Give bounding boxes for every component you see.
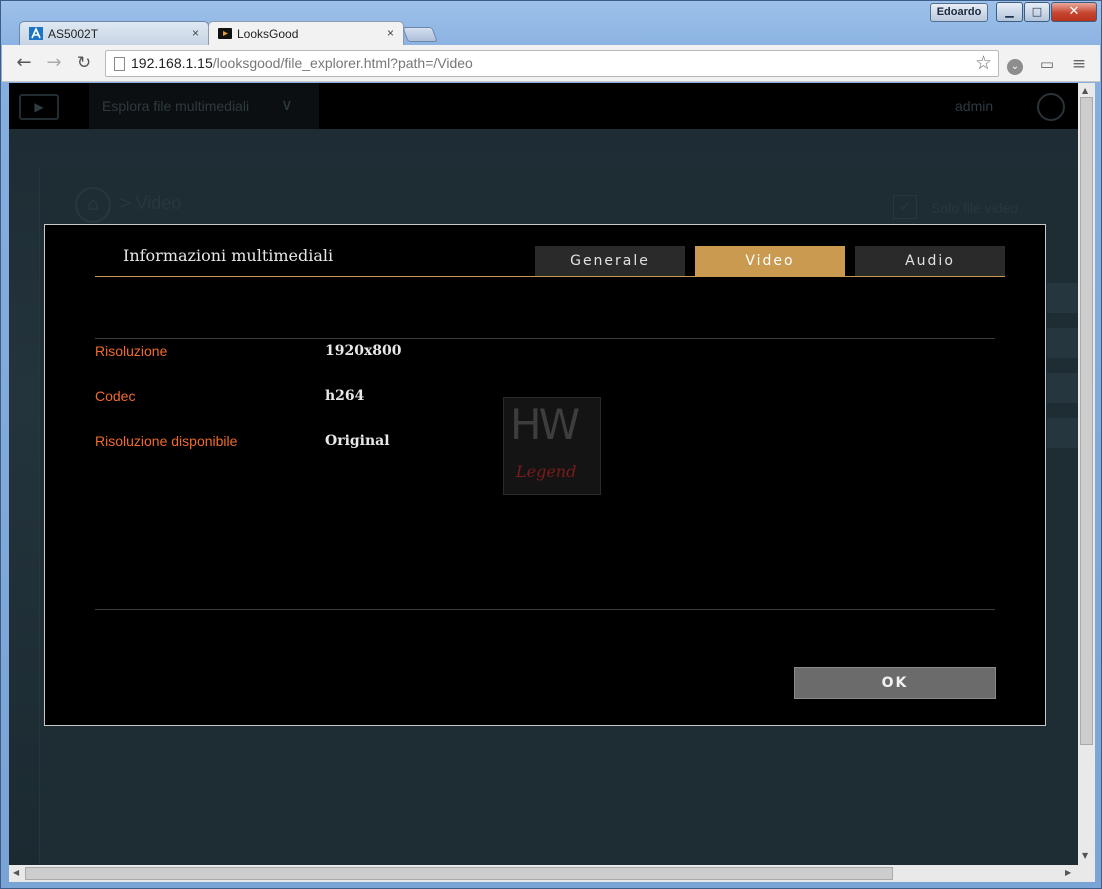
browser-toolbar: ← → ↻ 192.168.1.15/looksgood/file_explor…	[2, 45, 1100, 82]
tab-as5002t[interactable]: AS5002T ×	[19, 21, 209, 45]
list-item[interactable]	[1047, 283, 1078, 313]
back-icon[interactable]: ←	[12, 51, 36, 75]
vertical-scroll-thumb[interactable]	[1080, 97, 1093, 745]
reload-icon[interactable]: ↻	[72, 51, 96, 75]
asustor-icon	[29, 27, 43, 40]
new-tab-button[interactable]	[402, 27, 438, 42]
url-path: /looksgood/file_explorer.html?path=/Vide…	[212, 55, 473, 71]
tab-close-icon[interactable]: ×	[387, 26, 394, 40]
list-item[interactable]	[1047, 328, 1078, 358]
tab-label: AS5002T	[48, 27, 99, 41]
cast-icon[interactable]: ▭	[1036, 53, 1058, 75]
minimize-button[interactable]: ▁	[996, 2, 1023, 22]
watermark-top: HW	[510, 400, 580, 449]
tab-label: LooksGood	[237, 27, 299, 41]
horizontal-scrollbar[interactable]: ◀ ▶	[9, 865, 1078, 882]
forward-icon[interactable]: →	[42, 51, 66, 75]
scroll-up-icon[interactable]: ▲	[1082, 86, 1088, 95]
url-text: 192.168.1.15/looksgood/file_explorer.htm…	[131, 55, 473, 71]
extension-glyph: ⌄	[1007, 59, 1023, 75]
avatar-icon[interactable]	[1037, 93, 1065, 121]
extension-icon[interactable]: ⌄	[1004, 53, 1026, 75]
breadcrumb: > Video	[120, 193, 182, 213]
info-label-resolution: Risoluzione	[95, 343, 168, 359]
home-icon[interactable]: ⌂	[75, 187, 111, 223]
watermark-bottom: Legend	[516, 462, 577, 481]
bookmark-star-icon[interactable]: ☆	[975, 52, 992, 74]
divider	[95, 338, 995, 339]
hwlegend-watermark-logo: HW Legend	[503, 397, 601, 495]
menu-icon[interactable]: ≡	[1068, 53, 1090, 75]
media-info-dialog: Informazioni multimediali Generale Video…	[44, 224, 1046, 726]
list-item[interactable]	[1047, 418, 1078, 448]
page-icon	[114, 57, 125, 71]
scroll-left-icon[interactable]: ◀	[13, 868, 19, 877]
app-header: ▶ Esplora file multimediali ∨ admin	[9, 83, 1078, 129]
info-value-resolution: 1920x800	[325, 343, 402, 359]
ok-button[interactable]: OK	[794, 667, 996, 699]
tab-video[interactable]: Video	[695, 246, 845, 276]
info-label-codec: Codec	[95, 388, 136, 404]
chevron-down-icon: ∨	[281, 95, 293, 114]
info-value-available-resolution: Original	[325, 433, 390, 449]
browser-window: Edoardo ▁ □ ✕ AS5002T × LooksGood × ← → …	[0, 0, 1102, 889]
tab-looksgood[interactable]: LooksGood ×	[208, 21, 404, 46]
tabs-underline	[95, 276, 1005, 277]
username[interactable]: admin	[955, 98, 993, 114]
info-label-available-resolution: Risoluzione disponibile	[95, 433, 238, 449]
video-only-checkbox[interactable]: ✓	[893, 195, 917, 219]
maximize-button[interactable]: □	[1024, 2, 1050, 22]
horizontal-scroll-thumb[interactable]	[25, 867, 893, 880]
title-bar: Edoardo ▁ □ ✕ AS5002T × LooksGood ×	[1, 1, 1101, 46]
url-host: 192.168.1.15	[131, 55, 213, 71]
video-only-label: Solo file video	[931, 200, 1019, 216]
scroll-down-icon[interactable]: ▼	[1082, 851, 1088, 860]
address-bar[interactable]: 192.168.1.15/looksgood/file_explorer.htm…	[105, 50, 999, 77]
list-item[interactable]	[1047, 373, 1078, 403]
dialog-title: Informazioni multimediali	[123, 246, 334, 265]
web-viewport: ▶ Esplora file multimediali ∨ admin ⌂ > …	[9, 83, 1078, 865]
close-window-button[interactable]: ✕	[1051, 2, 1097, 22]
user-badge[interactable]: Edoardo	[930, 3, 988, 22]
vertical-scrollbar[interactable]: ▲ ▼	[1078, 83, 1095, 865]
app-logo-icon[interactable]: ▶	[19, 94, 59, 120]
divider	[95, 609, 995, 610]
info-value-codec: h264	[325, 388, 365, 404]
app-menu-dropdown[interactable]: Esplora file multimediali ∨	[89, 83, 319, 129]
scrollbar-corner	[1078, 865, 1095, 882]
app-menu-label: Esplora file multimediali	[102, 98, 250, 114]
tab-audio[interactable]: Audio	[855, 246, 1005, 276]
looksgood-icon	[218, 28, 232, 39]
tab-close-icon[interactable]: ×	[192, 26, 199, 40]
tab-generale[interactable]: Generale	[535, 246, 685, 276]
scroll-right-icon[interactable]: ▶	[1065, 868, 1071, 877]
